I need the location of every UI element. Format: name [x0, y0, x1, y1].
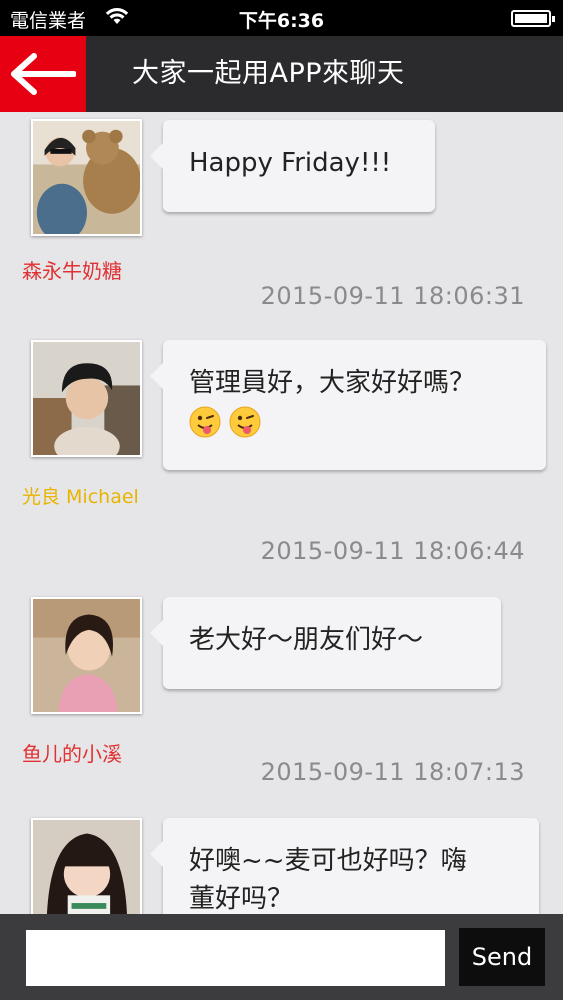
avatar[interactable]: [31, 340, 142, 457]
message-text: 管理員好，大家好好嗎？: [189, 368, 476, 398]
message-text: Happy Friday!!!: [189, 148, 392, 178]
avatar[interactable]: [31, 119, 142, 236]
tongue-wink-emoji-icon: [189, 406, 221, 438]
sender-name: 森永牛奶糖: [22, 259, 122, 283]
avatar[interactable]: [31, 597, 142, 714]
battery-icon: [511, 10, 555, 27]
clock: 下午6:36: [238, 10, 325, 32]
message-bubble: 好噢~~麦可也好吗？嗨 董好吗？: [150, 818, 539, 914]
message-timestamp: 2015-09-11 18:06:44: [260, 537, 525, 565]
status-bar: 電信業者 下午6:36: [0, 0, 563, 36]
back-button[interactable]: [0, 36, 86, 112]
tongue-wink-emoji-icon: [229, 406, 261, 438]
sender-name: 鱼儿的小溪: [22, 742, 122, 766]
message-bubble: 老大好～朋友们好～: [150, 597, 501, 689]
emoji-row: [189, 402, 520, 440]
avatar[interactable]: [31, 818, 142, 914]
sender-name: 光良 Michael: [22, 486, 139, 508]
message-text: 好噢~~麦可也好吗？嗨: [189, 846, 467, 876]
message-text: 董好吗？: [189, 884, 294, 914]
chat-list[interactable]: 森永牛奶糖 Happy Friday!!! 2015-09-11 18:06:3…: [0, 112, 563, 914]
message-bubble: Happy Friday!!!: [150, 120, 435, 212]
composer-bar: Send: [0, 914, 563, 1000]
send-button[interactable]: Send: [459, 928, 545, 986]
message-text: 老大好～朋友们好～: [189, 625, 424, 655]
arrow-left-icon: [11, 53, 76, 95]
message-input[interactable]: [26, 930, 445, 986]
nav-bar: 大家一起用APP來聊天: [0, 36, 563, 112]
page-title: 大家一起用APP來聊天: [132, 58, 405, 89]
message-timestamp: 2015-09-11 18:07:13: [260, 758, 525, 786]
message-timestamp: 2015-09-11 18:06:31: [260, 282, 525, 310]
message-bubble: 管理員好，大家好好嗎？: [150, 340, 546, 470]
